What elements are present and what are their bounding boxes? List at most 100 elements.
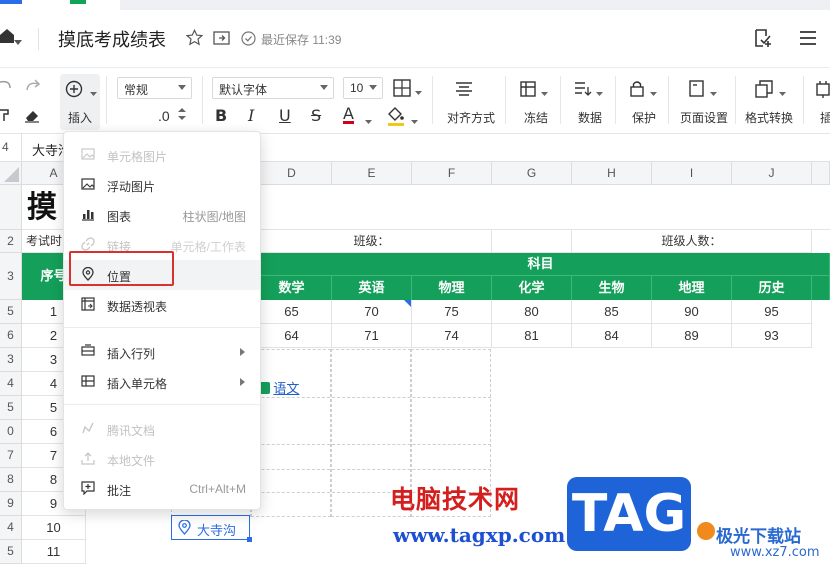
font-family-select[interactable]: 默认字体 bbox=[212, 77, 334, 99]
border-icon[interactable] bbox=[393, 79, 411, 99]
column-header-h[interactable]: H bbox=[572, 162, 652, 185]
class-size-cell[interactable]: 班级人数： bbox=[572, 230, 812, 253]
subject-header-history[interactable]: 历史 bbox=[732, 276, 812, 300]
comment-marker-icon[interactable] bbox=[404, 300, 411, 307]
star-icon[interactable] bbox=[185, 28, 204, 48]
score-cell[interactable]: 90 bbox=[652, 300, 732, 324]
row-header[interactable]: 2 bbox=[0, 230, 22, 253]
row-header[interactable]: 6 bbox=[0, 324, 22, 348]
menu-item-cell-image[interactable]: 单元格图片 bbox=[64, 140, 260, 170]
chevron-down-icon[interactable] bbox=[710, 87, 717, 99]
score-cell[interactable]: 64 bbox=[252, 324, 332, 348]
chevron-down-icon[interactable] bbox=[411, 115, 418, 127]
italic-icon[interactable]: I bbox=[248, 106, 254, 125]
score-cell[interactable]: 84 bbox=[572, 324, 652, 348]
score-cell[interactable]: 74 bbox=[412, 324, 492, 348]
number-format-select[interactable]: 常规 bbox=[117, 77, 192, 99]
score-cell[interactable]: 85 bbox=[572, 300, 652, 324]
menu-item-local-file[interactable]: 本地文件 bbox=[64, 444, 260, 474]
subject-header-math[interactable]: 数学 bbox=[252, 276, 332, 300]
move-folder-icon[interactable] bbox=[213, 30, 230, 47]
bold-icon[interactable]: B bbox=[215, 106, 227, 125]
menu-item-tencent-doc[interactable]: 腾讯文档 bbox=[64, 414, 260, 444]
page-setup-label[interactable]: 页面设置 bbox=[680, 109, 728, 126]
row-header[interactable]: 9 bbox=[0, 492, 22, 516]
doc-title[interactable]: 摸底考成绩表 bbox=[58, 26, 166, 52]
menu-icon[interactable] bbox=[799, 30, 817, 48]
align-label[interactable]: 对齐方式 bbox=[447, 109, 495, 126]
page-setup-icon[interactable] bbox=[689, 80, 704, 99]
menu-item-insert-rows-cols[interactable]: 插入行列 bbox=[64, 337, 260, 367]
chevron-down-icon[interactable] bbox=[14, 36, 22, 48]
subjects-header-cell[interactable]: 科目 bbox=[252, 253, 830, 276]
underline-icon[interactable]: U bbox=[279, 106, 291, 125]
column-header-e[interactable]: E bbox=[332, 162, 412, 185]
name-box[interactable]: 4 bbox=[0, 134, 22, 161]
align-icon[interactable] bbox=[455, 82, 473, 98]
score-cell[interactable]: 95 bbox=[732, 300, 812, 324]
column-header-f[interactable]: F bbox=[412, 162, 492, 185]
column-header-i[interactable]: I bbox=[652, 162, 732, 185]
menu-item-comment[interactable]: 批注 Ctrl+Alt+M bbox=[64, 474, 260, 504]
font-color-icon[interactable]: A bbox=[343, 106, 354, 124]
data-icon[interactable] bbox=[574, 81, 592, 99]
lock-icon[interactable] bbox=[630, 80, 644, 99]
column-header-g[interactable]: G bbox=[492, 162, 572, 185]
eraser-icon[interactable] bbox=[24, 108, 40, 125]
seq-cell[interactable]: 10 bbox=[22, 516, 86, 540]
score-cell[interactable]: 93 bbox=[732, 324, 812, 348]
menu-item-floating-image[interactable]: 浮动图片 bbox=[64, 170, 260, 200]
class-cell[interactable]: 班级： bbox=[252, 230, 492, 253]
add-doc-icon[interactable] bbox=[753, 28, 773, 50]
row-header[interactable]: 5 bbox=[0, 300, 22, 324]
cell[interactable] bbox=[492, 230, 572, 253]
row-header[interactable]: 5 bbox=[0, 396, 22, 420]
plugin-label[interactable]: 插 bbox=[820, 109, 830, 126]
seq-cell[interactable]: 11 bbox=[22, 540, 86, 564]
score-cell[interactable]: 89 bbox=[652, 324, 732, 348]
protect-label[interactable]: 保护 bbox=[632, 109, 656, 126]
row-header[interactable]: 5 bbox=[0, 540, 22, 564]
menu-item-pivot-table[interactable]: 数据透视表 bbox=[64, 290, 260, 320]
subject-header-biology[interactable]: 生物 bbox=[572, 276, 652, 300]
subject-header-geography[interactable]: 地理 bbox=[652, 276, 732, 300]
chevron-down-icon[interactable] bbox=[596, 87, 603, 99]
insert-button[interactable]: 插入 bbox=[60, 74, 100, 130]
plugin-icon[interactable] bbox=[816, 81, 830, 100]
location-chip[interactable]: 大寺沟 bbox=[171, 515, 252, 542]
row-header[interactable]: 0 bbox=[0, 420, 22, 444]
row-header[interactable]: 8 bbox=[0, 468, 22, 492]
subject-header-english[interactable]: 英语 bbox=[332, 276, 412, 300]
subject-header-physics[interactable]: 物理 bbox=[412, 276, 492, 300]
row-header[interactable]: 4 bbox=[0, 372, 22, 396]
column-header-k[interactable] bbox=[812, 162, 830, 185]
freeze-icon[interactable] bbox=[520, 81, 538, 99]
freeze-label[interactable]: 冻结 bbox=[524, 109, 548, 126]
row-header[interactable] bbox=[0, 185, 22, 230]
strikethrough-icon[interactable]: S bbox=[311, 106, 321, 125]
select-all-corner[interactable] bbox=[0, 162, 22, 185]
score-cell[interactable]: 70 bbox=[332, 300, 412, 324]
menu-item-insert-cells[interactable]: 插入单元格 bbox=[64, 367, 260, 397]
format-convert-label[interactable]: 格式转换 bbox=[745, 109, 793, 126]
data-label[interactable]: 数据 bbox=[578, 109, 602, 126]
cell[interactable] bbox=[812, 276, 830, 300]
score-cell[interactable]: 65 bbox=[252, 300, 332, 324]
column-header-j[interactable]: J bbox=[732, 162, 812, 185]
column-header-d[interactable]: D bbox=[252, 162, 332, 185]
score-cell[interactable]: 81 bbox=[492, 324, 572, 348]
active-tab[interactable] bbox=[0, 0, 120, 10]
subject-header-chemistry[interactable]: 化学 bbox=[492, 276, 572, 300]
score-cell[interactable]: 71 bbox=[332, 324, 412, 348]
fill-color-icon[interactable] bbox=[386, 106, 406, 128]
chevron-down-icon[interactable] bbox=[650, 87, 657, 99]
chevron-down-icon[interactable] bbox=[415, 86, 422, 98]
home-icon[interactable] bbox=[0, 28, 14, 46]
score-cell[interactable]: 75 bbox=[412, 300, 492, 324]
font-size-select[interactable]: 10 bbox=[343, 77, 383, 99]
decimal-stepper-icon[interactable] bbox=[178, 106, 186, 124]
decimal-format[interactable]: .0 bbox=[158, 108, 170, 124]
row-header[interactable]: 3 bbox=[0, 348, 22, 372]
format-painter-icon[interactable] bbox=[0, 108, 10, 124]
chevron-down-icon[interactable] bbox=[365, 115, 372, 127]
